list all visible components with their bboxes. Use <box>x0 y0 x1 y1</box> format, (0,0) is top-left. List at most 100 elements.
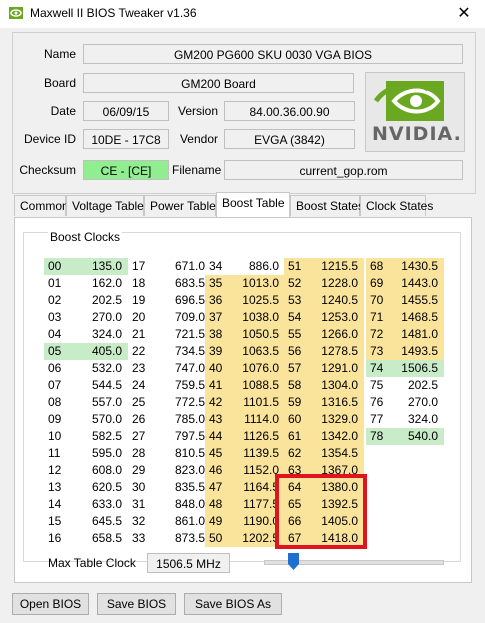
boost-entry-clock[interactable]: 202.5 <box>394 377 444 394</box>
boost-entry-clock[interactable]: 1316.5 <box>312 394 364 411</box>
boost-entry-clock[interactable]: 1101.5 <box>235 394 285 411</box>
boost-entry[interactable]: 21 721.5 <box>128 326 211 343</box>
boost-entry-clock[interactable]: 1063.5 <box>235 343 285 360</box>
boost-entry[interactable]: 71 1468.5 <box>366 309 444 326</box>
boost-entry-clock[interactable]: 1050.5 <box>235 326 285 343</box>
boost-entry[interactable]: 60 1329.0 <box>284 411 364 428</box>
tab-clock-states[interactable]: Clock States <box>360 195 433 216</box>
boost-entry-clock[interactable]: 324.0 <box>394 411 444 428</box>
boost-entry[interactable]: 24 759.5 <box>128 377 211 394</box>
boost-entry[interactable]: 41 1088.5 <box>205 377 285 394</box>
boost-entry[interactable]: 44 1126.5 <box>205 428 285 445</box>
boost-entry-clock[interactable]: 772.5 <box>163 394 211 411</box>
boost-entry[interactable]: 46 1152.0 <box>205 462 285 479</box>
boost-entry-clock[interactable]: 785.0 <box>163 411 211 428</box>
boost-entry[interactable]: 58 1304.0 <box>284 377 364 394</box>
boost-entry[interactable]: 69 1443.0 <box>366 275 444 292</box>
boost-entry-clock[interactable]: 1215.5 <box>312 258 364 275</box>
boost-entry-clock[interactable]: 797.5 <box>163 428 211 445</box>
boost-entry[interactable]: 02 202.5 <box>44 292 128 309</box>
boost-entry[interactable]: 73 1493.5 <box>366 343 444 360</box>
boost-entry-clock[interactable]: 1468.5 <box>394 309 444 326</box>
boost-entry[interactable]: 48 1177.5 <box>205 496 285 513</box>
boost-entry-clock[interactable]: 1291.0 <box>312 360 364 377</box>
boost-entry-clock[interactable]: 1038.0 <box>235 309 285 326</box>
boost-entry-clock[interactable]: 595.0 <box>82 445 128 462</box>
boost-entry[interactable]: 50 1202.5 <box>205 530 285 547</box>
boost-entry[interactable]: 17 671.0 <box>128 258 211 275</box>
boost-entry[interactable]: 37 1038.0 <box>205 309 285 326</box>
boost-entry-clock[interactable]: 1139.5 <box>235 445 285 462</box>
boost-entry-clock[interactable]: 886.0 <box>235 258 285 275</box>
boost-entry[interactable]: 42 1101.5 <box>205 394 285 411</box>
boost-entry-clock[interactable]: 1481.0 <box>394 326 444 343</box>
boost-entry-clock[interactable]: 633.0 <box>82 496 128 513</box>
boost-entry-clock[interactable]: 1455.5 <box>394 292 444 309</box>
boost-entry-clock[interactable]: 544.5 <box>82 377 128 394</box>
boost-entry[interactable]: 34 886.0 <box>205 258 285 275</box>
boost-entry[interactable]: 40 1076.0 <box>205 360 285 377</box>
tab-common[interactable]: Common <box>14 195 69 216</box>
clock-slider-thumb[interactable] <box>288 553 299 570</box>
tab-voltage-table[interactable]: Voltage Table <box>66 195 144 216</box>
boost-entry-clock[interactable]: 1126.5 <box>235 428 285 445</box>
boost-entry-clock[interactable]: 1088.5 <box>235 377 285 394</box>
boost-entry[interactable]: 18 683.5 <box>128 275 211 292</box>
tab-boost-table[interactable]: Boost Table <box>216 192 290 217</box>
boost-entry[interactable]: 62 1354.5 <box>284 445 364 462</box>
boost-entry-clock[interactable]: 1430.5 <box>394 258 444 275</box>
boost-entry[interactable]: 36 1025.5 <box>205 292 285 309</box>
boost-entry[interactable]: 19 696.5 <box>128 292 211 309</box>
boost-entry[interactable]: 61 1342.0 <box>284 428 364 445</box>
boost-entry[interactable]: 28 810.5 <box>128 445 211 462</box>
boost-entry[interactable]: 49 1190.0 <box>205 513 285 530</box>
boost-entry[interactable]: 09 570.0 <box>44 411 128 428</box>
tab-boost-states[interactable]: Boost States <box>290 195 364 216</box>
boost-entry[interactable]: 35 1013.0 <box>205 275 285 292</box>
boost-entry-clock[interactable]: 1354.5 <box>312 445 364 462</box>
boost-entry[interactable]: 06 532.0 <box>44 360 128 377</box>
boost-entry[interactable]: 13 620.5 <box>44 479 128 496</box>
boost-entry-clock[interactable]: 270.0 <box>394 394 444 411</box>
boost-entry[interactable]: 10 582.5 <box>44 428 128 445</box>
boost-entry-clock[interactable]: 570.0 <box>82 411 128 428</box>
boost-entry-clock[interactable]: 270.0 <box>82 309 128 326</box>
boost-entry-clock[interactable]: 671.0 <box>163 258 211 275</box>
boost-entry[interactable]: 08 557.0 <box>44 394 128 411</box>
boost-entry[interactable]: 04 324.0 <box>44 326 128 343</box>
boost-entry-clock[interactable]: 1278.5 <box>312 343 364 360</box>
boost-entry[interactable]: 54 1253.0 <box>284 309 364 326</box>
tab-power-table[interactable]: Power Table <box>144 195 216 216</box>
boost-entry-clock[interactable]: 709.0 <box>163 309 211 326</box>
boost-entry[interactable]: 01 162.0 <box>44 275 128 292</box>
boost-entry-clock[interactable]: 405.0 <box>82 343 128 360</box>
boost-entry-clock[interactable]: 1443.0 <box>394 275 444 292</box>
boost-entry-clock[interactable]: 162.0 <box>82 275 128 292</box>
boost-entry[interactable]: 77 324.0 <box>366 411 444 428</box>
boost-entry-clock[interactable]: 645.5 <box>82 513 128 530</box>
boost-entry[interactable]: 32 861.0 <box>128 513 211 530</box>
save-bios-button[interactable]: Save BIOS <box>97 593 176 615</box>
boost-entry-clock[interactable]: 1329.0 <box>312 411 364 428</box>
boost-entry[interactable]: 68 1430.5 <box>366 258 444 275</box>
boost-entry[interactable]: 07 544.5 <box>44 377 128 394</box>
boost-entry-clock[interactable]: 1506.5 <box>394 360 444 377</box>
boost-entry-clock[interactable]: 557.0 <box>82 394 128 411</box>
boost-entry-clock[interactable]: 1266.0 <box>312 326 364 343</box>
boost-entry[interactable]: 11 595.0 <box>44 445 128 462</box>
boost-entry[interactable]: 78 540.0 <box>366 428 444 445</box>
boost-entry[interactable]: 14 633.0 <box>44 496 128 513</box>
boost-entry-clock[interactable]: 734.5 <box>163 343 211 360</box>
boost-entry-clock[interactable]: 1253.0 <box>312 309 364 326</box>
boost-entry[interactable]: 52 1228.0 <box>284 275 364 292</box>
boost-entry[interactable]: 30 835.5 <box>128 479 211 496</box>
boost-entry-clock[interactable]: 848.0 <box>163 496 211 513</box>
boost-entry-clock[interactable]: 835.5 <box>163 479 211 496</box>
boost-entry[interactable]: 31 848.0 <box>128 496 211 513</box>
boost-entry[interactable]: 33 873.5 <box>128 530 211 547</box>
open-bios-button[interactable]: Open BIOS <box>12 593 89 615</box>
boost-entry-clock[interactable]: 873.5 <box>163 530 211 547</box>
boost-entry-clock[interactable]: 202.5 <box>82 292 128 309</box>
boost-entry-clock[interactable]: 696.5 <box>163 292 211 309</box>
boost-entry-clock[interactable]: 135.0 <box>82 258 128 275</box>
